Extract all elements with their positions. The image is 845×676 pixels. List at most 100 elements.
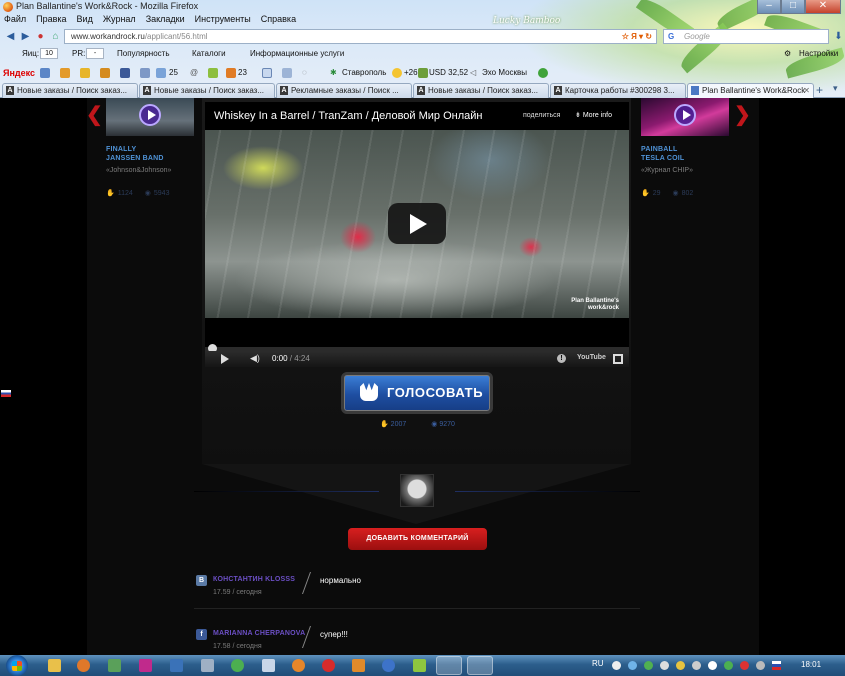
next-arrow-icon[interactable]: ❯ [734,102,751,127]
share-button[interactable]: поделиться [523,112,560,119]
firefox-taskbar-icon[interactable] [292,659,305,672]
at-icon[interactable]: @ [190,68,198,77]
language-indicator[interactable]: RU [592,659,604,668]
paint-icon[interactable] [108,659,121,672]
more-info-button[interactable]: ⇟ More info [575,111,612,119]
tab-list-icon[interactable]: ▾ [833,83,838,94]
counter-value-1[interactable]: 25 [169,68,178,77]
user-avatar[interactable] [400,474,434,507]
tray-icon-9[interactable] [756,661,765,670]
ie-icon[interactable] [352,659,365,672]
icq-icon[interactable] [413,659,426,672]
prev-applicant-thumbnail[interactable] [106,98,194,136]
clock[interactable]: 18:01 [801,660,821,669]
comment-author[interactable]: MARIANNA CHERPANOVA [213,630,305,637]
close-tab-icon[interactable]: ✕ [803,84,810,97]
tab-5[interactable]: A Карточка работы #300298 3... [550,83,686,98]
feather-icon[interactable] [208,68,218,78]
vote-button[interactable]: ГОЛОСОВАТЬ [341,372,493,414]
tray-icon-1[interactable] [612,661,621,670]
menu-view[interactable]: Вид [77,14,93,28]
yandex-logo[interactable]: Яндекс [3,68,35,78]
tray-icon-6[interactable] [692,661,701,670]
video-title[interactable]: Whiskey In a Barrel / TranZam / Деловой … [214,110,482,122]
taskbar-app-active[interactable] [467,656,493,675]
radio-station[interactable]: Эхо Москвы [482,68,527,77]
tray-icon-2[interactable] [628,661,637,670]
menu-bookmarks[interactable]: Закладки [146,14,185,28]
fox-icon[interactable] [226,68,236,78]
explorer-icon[interactable] [48,659,61,672]
toolbar-menu-icon[interactable] [4,49,14,59]
bookmark-star-icon[interactable]: ☆ Я ▾ ↻ [622,30,652,43]
tray-icon-7[interactable] [724,661,733,670]
comment-author[interactable]: КОНСТАНТИН KLOSSS [213,576,295,583]
tab-active[interactable]: Plan Ballantine's Work&Rock ✕ [687,83,814,98]
menu-help[interactable]: Справка [261,14,296,28]
stop-icon[interactable]: ● [34,30,47,43]
back-arrow-icon[interactable]: ◀ [4,30,17,43]
prev-band-name[interactable]: FINALLY JANSSEN BAND [106,145,194,163]
play-icon[interactable] [139,104,161,126]
bookmarks-icon[interactable] [40,68,50,78]
temperature[interactable]: +26 [404,68,418,77]
menu-tools[interactable]: Инструменты [195,14,251,28]
maximize-button[interactable]: □ [781,0,805,14]
search-input[interactable]: G Google [663,29,829,44]
play-icon[interactable] [221,354,229,364]
volume-tray-icon[interactable] [708,661,717,670]
counter-value-2[interactable]: 23 [238,68,247,77]
play-icon[interactable] [674,104,696,126]
chat-icon[interactable]: ◌ [302,68,307,77]
big-play-button[interactable] [388,203,446,244]
close-window-button[interactable]: ✕ [805,0,841,14]
start-button[interactable] [6,655,28,676]
downloads-icon[interactable]: ⬇ [832,30,845,43]
menu-file[interactable]: Файл [4,14,26,28]
menu-edit[interactable]: Правка [36,14,66,28]
page-icon[interactable] [262,68,272,78]
envelope-icon[interactable] [80,68,90,78]
settings-menu[interactable]: Настройки [799,49,838,58]
info-services-menu[interactable]: Информационные услуги [250,49,344,58]
next-applicant-thumbnail[interactable] [641,98,729,136]
youtube-logo[interactable]: YouTube [577,354,606,361]
network-icon[interactable] [170,659,183,672]
chrome-icon[interactable] [231,659,244,672]
tab-3[interactable]: A Рекламные заказы / Поиск ... [276,83,412,98]
info-icon[interactable]: ! [557,354,566,363]
folder-icon[interactable] [201,659,214,672]
gear-icon[interactable]: ⚙ [784,49,791,58]
translate-icon[interactable] [282,68,292,78]
opera-icon[interactable] [322,659,335,672]
youtube-player[interactable]: Whiskey In a Barrel / TranZam / Деловой … [205,102,629,367]
next-band-name[interactable]: PAINBALL TESLA COIL [641,145,729,163]
tray-icon-8[interactable] [740,661,749,670]
minimize-button[interactable]: – [757,0,781,14]
video-frame[interactable]: Plan Ballantine's work&rock [205,130,629,318]
new-tab-icon[interactable]: + [816,83,823,97]
usd-rate[interactable]: USD 32,52 [429,68,468,77]
messenger-icon[interactable] [382,659,395,672]
tray-icon-5[interactable] [676,661,685,670]
menu-history[interactable]: Журнал [103,14,136,28]
play-radio-icon[interactable] [538,68,548,78]
flag-tray-icon[interactable] [772,661,781,670]
prev-arrow-icon[interactable]: ❮ [86,102,103,127]
tray-icon-4[interactable] [660,661,669,670]
disk-icon[interactable] [100,68,110,78]
volume-icon[interactable]: ◀) [250,353,260,364]
tab-2[interactable]: A Новые заказы / Поиск заказ... [139,83,275,98]
russian-flag-icon[interactable] [1,390,11,397]
city-label[interactable]: Ставрополь [342,68,386,77]
prev-applicant-card[interactable]: FINALLY JANSSEN BAND «Johnson&Johnson» ✋… [106,98,194,197]
tab-1[interactable]: A Новые заказы / Поиск заказ... [2,83,138,98]
catalogs-menu[interactable]: Каталоги [192,49,226,58]
media-player-icon[interactable] [77,659,90,672]
app-icon[interactable] [139,659,152,672]
add-comment-button[interactable]: ДОБАВИТЬ КОММЕНТАРИЙ [348,528,487,550]
address-bar[interactable]: www.workandrock.ru/applicant/56.html ☆ Я… [64,29,657,44]
facebook-icon[interactable] [120,68,130,78]
taskbar-firefox-active[interactable] [436,656,462,675]
popularity-menu[interactable]: Популярность [117,49,170,58]
